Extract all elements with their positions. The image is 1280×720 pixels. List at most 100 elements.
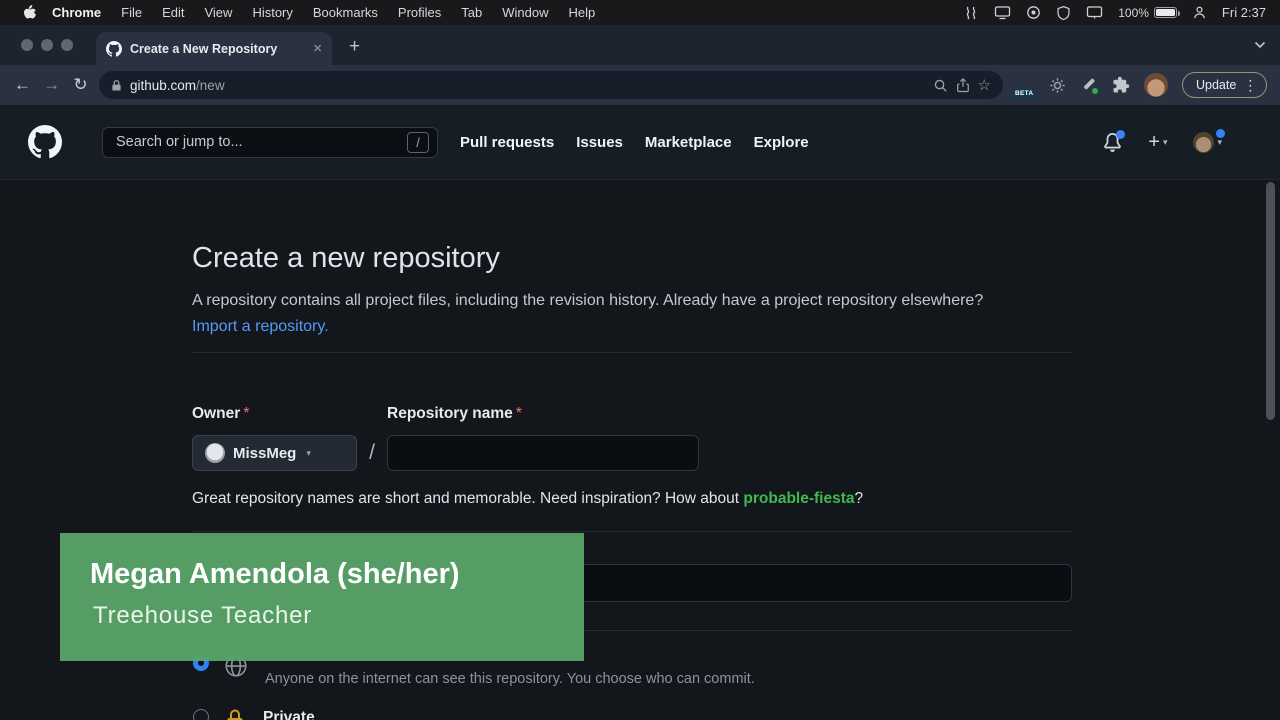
window-minimize-button[interactable]: [41, 39, 53, 51]
window-zoom-button[interactable]: [61, 39, 73, 51]
chrome-menu-kebab-icon[interactable]: ⋮: [1243, 77, 1257, 94]
new-tab-button[interactable]: +: [349, 36, 360, 58]
owner-label: Owner: [192, 405, 240, 422]
site-security-lock-icon[interactable]: [111, 79, 122, 92]
private-radio[interactable]: [193, 709, 209, 720]
url-path: /new: [196, 78, 225, 93]
macos-menu-bar: Chrome File Edit View History Bookmarks …: [0, 0, 1280, 25]
github-logo[interactable]: [28, 125, 62, 159]
zoom-icon[interactable]: [933, 78, 948, 93]
presenter-name: Megan Amendola (she/her): [90, 558, 584, 591]
screen-mirroring-icon[interactable]: [994, 5, 1011, 20]
github-avatar: [1193, 132, 1214, 153]
extension-status-dot: [1092, 88, 1098, 94]
github-search-box[interactable]: /: [102, 127, 438, 158]
menu-file[interactable]: File: [111, 5, 152, 20]
page-scrollbar-thumb[interactable]: [1266, 182, 1275, 420]
visibility-option-private[interactable]: Private: [192, 703, 1072, 720]
apple-menu-icon[interactable]: [22, 5, 36, 21]
import-repository-link[interactable]: Import a repository.: [192, 318, 329, 335]
required-asterisk: *: [516, 405, 522, 422]
url-text: github.com/new: [130, 78, 925, 93]
bookmark-star-icon[interactable]: ☆: [978, 76, 991, 94]
display-icon[interactable]: [1086, 5, 1103, 20]
browser-tab-strip: Create a New Repository × +: [0, 25, 1280, 65]
back-button[interactable]: ←: [8, 75, 37, 95]
url-host: github.com: [130, 78, 196, 93]
window-snap-icon[interactable]: [963, 5, 979, 21]
owner-name: MissMeg: [233, 445, 296, 462]
menu-view[interactable]: View: [194, 5, 242, 20]
presenter-lower-third: Megan Amendola (she/her) Treehouse Teach…: [60, 533, 584, 661]
reload-button[interactable]: ↻: [66, 75, 95, 95]
public-description: Anyone on the internet can see this repo…: [265, 671, 755, 687]
address-bar[interactable]: github.com/new ☆: [99, 71, 1003, 99]
window-close-button[interactable]: [21, 39, 33, 51]
owner-select-button[interactable]: MissMeg ▾: [192, 435, 357, 471]
hint-question-mark: ?: [855, 490, 864, 507]
plus-icon: +: [1148, 132, 1160, 152]
page-title: Create a new repository: [192, 240, 1072, 276]
nav-issues[interactable]: Issues: [576, 134, 623, 151]
private-label: Private: [263, 709, 315, 720]
intro-sentence: A repository contains all project files,…: [192, 292, 983, 309]
intro-text: A repository contains all project files,…: [192, 288, 1010, 340]
tab-search-chevron-icon[interactable]: [1254, 41, 1266, 49]
suggested-repo-name[interactable]: probable-fiesta: [743, 490, 854, 507]
share-icon[interactable]: [956, 77, 970, 93]
menu-history[interactable]: History: [242, 5, 302, 20]
menu-edit[interactable]: Edit: [152, 5, 194, 20]
github-favicon: [106, 41, 122, 57]
beta-badge: BETA: [1013, 89, 1035, 98]
menu-bookmarks[interactable]: Bookmarks: [303, 5, 388, 20]
menu-chrome[interactable]: Chrome: [42, 5, 111, 20]
battery-icon: [1154, 7, 1177, 18]
github-header-actions: + ▾ ▾: [1103, 132, 1222, 153]
chevron-down-icon: ▾: [306, 448, 311, 459]
record-circle-icon[interactable]: [1026, 5, 1041, 20]
gear-extension-icon[interactable]: [1049, 77, 1066, 94]
notifications-bell-icon[interactable]: [1103, 133, 1122, 152]
hint-text: Great repository names are short and mem…: [192, 490, 743, 507]
pen-extension-icon[interactable]: [1080, 76, 1098, 94]
update-label: Update: [1196, 78, 1236, 92]
tab-close-icon[interactable]: ×: [313, 41, 322, 56]
tab-title: Create a New Repository: [130, 42, 305, 56]
menu-bar-clock[interactable]: Fri 2:37: [1222, 5, 1266, 20]
create-new-dropdown[interactable]: + ▾: [1148, 132, 1167, 152]
browser-tab[interactable]: Create a New Repository ×: [96, 32, 332, 65]
menu-bar-status-area: 100% Fri 2:37: [963, 5, 1266, 21]
divider: [192, 531, 1072, 532]
profile-dropdown[interactable]: ▾: [1193, 132, 1222, 153]
presenter-role: Treehouse Teacher: [93, 602, 584, 630]
unread-notifications-dot: [1116, 130, 1125, 139]
chrome-profile-avatar[interactable]: [1144, 73, 1168, 97]
battery-status[interactable]: 100%: [1118, 6, 1177, 20]
github-nav: Pull requests Issues Marketplace Explore: [460, 134, 809, 151]
lock-icon: [223, 707, 247, 720]
nav-marketplace[interactable]: Marketplace: [645, 134, 732, 151]
battery-percent-label: 100%: [1118, 6, 1149, 20]
extensions-puzzle-icon[interactable]: [1112, 76, 1130, 94]
menu-profiles[interactable]: Profiles: [388, 5, 451, 20]
repository-name-input[interactable]: [387, 435, 699, 471]
fast-user-switching-icon[interactable]: [1192, 5, 1207, 20]
nav-pull-requests[interactable]: Pull requests: [460, 134, 554, 151]
shield-icon[interactable]: [1056, 5, 1071, 21]
slash-key-hint: /: [407, 132, 429, 153]
menu-tab[interactable]: Tab: [451, 5, 492, 20]
beta-extension-icon[interactable]: BETA: [1015, 75, 1035, 95]
github-search-input[interactable]: [116, 134, 407, 150]
chevron-down-icon: ▾: [1217, 137, 1222, 148]
chrome-update-button[interactable]: Update ⋮: [1182, 72, 1267, 98]
form-labels-row: Owner* Repository name*: [192, 405, 1072, 423]
menu-window[interactable]: Window: [492, 5, 558, 20]
forward-button[interactable]: →: [37, 75, 66, 95]
repo-name-hint: Great repository names are short and mem…: [192, 489, 1072, 509]
menu-help[interactable]: Help: [559, 5, 606, 20]
owner-repo-separator: /: [357, 441, 387, 465]
nav-explore[interactable]: Explore: [754, 134, 809, 151]
browser-toolbar: ← → ↻ github.com/new ☆ BETA Update ⋮: [0, 65, 1280, 105]
extensions-row: BETA: [1015, 73, 1168, 97]
window-traffic-lights: [21, 39, 73, 51]
